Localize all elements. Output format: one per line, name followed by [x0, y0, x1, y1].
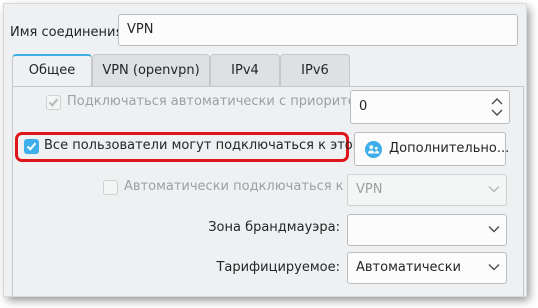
advanced-button[interactable]: Дополнительно...: [354, 132, 510, 166]
tab-vpn-openvpn[interactable]: VPN (openvpn): [92, 54, 210, 86]
priority-value: 0: [359, 99, 368, 114]
metered-value: Автоматически: [356, 260, 462, 275]
connection-name-input[interactable]: VPN: [118, 14, 518, 46]
spin-up-down-icon[interactable]: [490, 95, 504, 119]
chevron-down-icon: [488, 264, 500, 271]
advanced-button-label: Дополнительно...: [389, 141, 510, 156]
tab-ipv4-label: IPv4: [231, 63, 259, 78]
firewall-zone-combobox[interactable]: [347, 214, 507, 246]
auto-vpn-select[interactable]: VPN: [347, 174, 507, 206]
users-settings-icon: [365, 141, 382, 158]
connection-name-label: Имя соединения:: [10, 25, 128, 40]
chevron-down-icon: [488, 186, 500, 193]
auto-connect-checkbox[interactable]: [46, 95, 61, 110]
all-users-checkbox[interactable]: [24, 139, 39, 154]
auto-connect-label: Подключаться автоматически с приоритетом…: [67, 94, 386, 109]
tab-ipv6-label: IPv6: [301, 63, 329, 78]
tab-ipv4[interactable]: IPv4: [210, 54, 280, 86]
connection-name-value: VPN: [127, 22, 154, 37]
connection-editor-window: Имя соединения: VPN Общее VPN (openvpn) …: [4, 4, 526, 296]
checkmark-icon: [26, 142, 37, 151]
tab-vpn-openvpn-label: VPN (openvpn): [102, 63, 200, 78]
checkmark-icon: [48, 98, 59, 107]
auto-vpn-checkbox[interactable]: [103, 180, 118, 195]
metered-label: Тарифицируемое:: [216, 260, 340, 275]
metered-select[interactable]: Автоматически: [347, 252, 507, 284]
auto-vpn-label: Автоматически подключаться к VPN:: [124, 179, 379, 194]
firewall-zone-label: Зона брандмауэра:: [208, 220, 340, 235]
auto-vpn-value: VPN: [356, 182, 383, 197]
tab-general[interactable]: Общее: [12, 54, 92, 86]
chevron-down-icon[interactable]: [488, 225, 500, 233]
tab-general-label: Общее: [28, 63, 76, 78]
tab-ipv6[interactable]: IPv6: [280, 54, 350, 86]
tab-bar: Общее VPN (openvpn) IPv4 IPv6: [12, 54, 350, 86]
all-users-label: Все пользователи могут подключаться к эт…: [44, 138, 397, 153]
priority-spinbox[interactable]: 0: [350, 90, 510, 124]
